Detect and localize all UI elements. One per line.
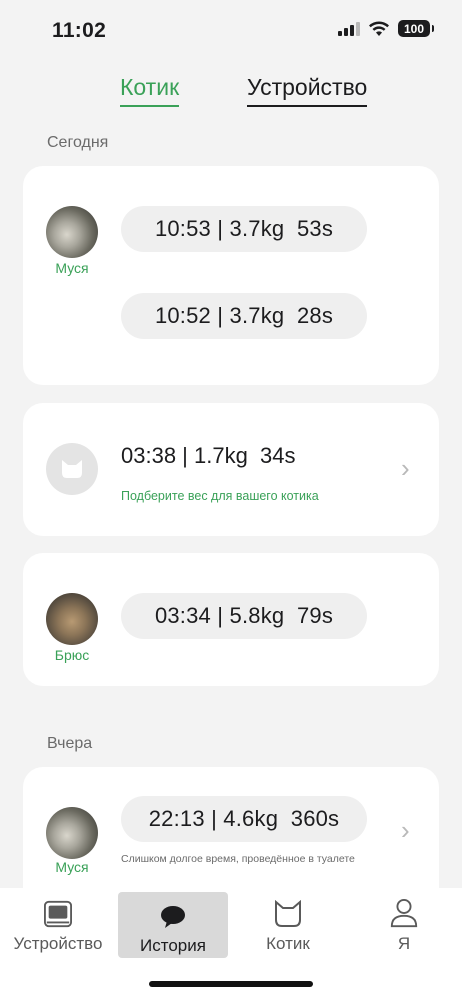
cat-icon (275, 900, 301, 927)
tab-bar-cat[interactable]: Котик (234, 888, 342, 954)
status-icons: 100 (338, 20, 434, 37)
tab-label: Котик (266, 934, 310, 953)
status-time: 11:02 (52, 19, 107, 42)
cat-name: Муся (55, 260, 89, 276)
top-tabs: Котик Устройство (0, 74, 462, 110)
tab-label: История (140, 936, 206, 955)
record-card-unassigned[interactable]: 03:38 | 1.7kg 34s Подберите вес для ваше… (23, 403, 439, 536)
record-entry: 10:52 | 3.7kg 28s (121, 293, 367, 339)
device-icon (44, 900, 72, 928)
chat-bubble-icon (161, 906, 185, 928)
tab-label: Я (397, 934, 411, 953)
tab-cat[interactable]: Котик (120, 74, 180, 107)
tab-device[interactable]: Устройство (247, 74, 368, 107)
home-indicator (149, 981, 313, 987)
record-entry: 10:53 | 3.7kg 53s (121, 206, 367, 252)
record-entry: 03:38 | 1.7kg 34s (121, 443, 296, 468)
cat-name: Муся (55, 859, 89, 875)
tab-label: Устройство (13, 934, 103, 953)
cat-name: Брюс (54, 647, 90, 663)
chevron-right-icon[interactable]: › (401, 453, 410, 484)
status-bar: 11:02 100 (0, 0, 462, 60)
wifi-icon (369, 21, 389, 36)
chevron-right-icon[interactable]: › (401, 815, 410, 846)
record-card[interactable]: Муся 10:53 | 3.7kg 53s 10:52 | 3.7kg 28s (23, 166, 439, 385)
battery-icon: 100 (398, 20, 434, 37)
tab-bar-device[interactable]: Устройство (4, 888, 112, 954)
avatar (46, 593, 98, 645)
avatar (46, 807, 98, 859)
cat-icon (62, 460, 82, 478)
record-card[interactable]: Брюс 03:34 | 5.8kg 79s (23, 553, 439, 686)
duration-warning: Слишком долгое время, проведённое в туал… (121, 853, 355, 865)
tab-bar-history[interactable]: История (118, 892, 228, 958)
avatar (46, 206, 98, 258)
signal-icon (338, 21, 360, 36)
section-yesterday: Вчера (47, 735, 93, 752)
section-today: Сегодня (47, 134, 109, 151)
weight-hint: Подберите вес для вашего котика (121, 489, 319, 503)
tab-bar-profile[interactable]: Я (350, 888, 458, 954)
record-entry: 22:13 | 4.6kg 360s (121, 796, 367, 842)
person-icon (390, 898, 418, 928)
cat-placeholder-avatar (46, 443, 98, 495)
record-card[interactable]: Муся 22:13 | 4.6kg 360s Слишком долгое в… (23, 767, 439, 907)
record-entry: 03:34 | 5.8kg 79s (121, 593, 367, 639)
